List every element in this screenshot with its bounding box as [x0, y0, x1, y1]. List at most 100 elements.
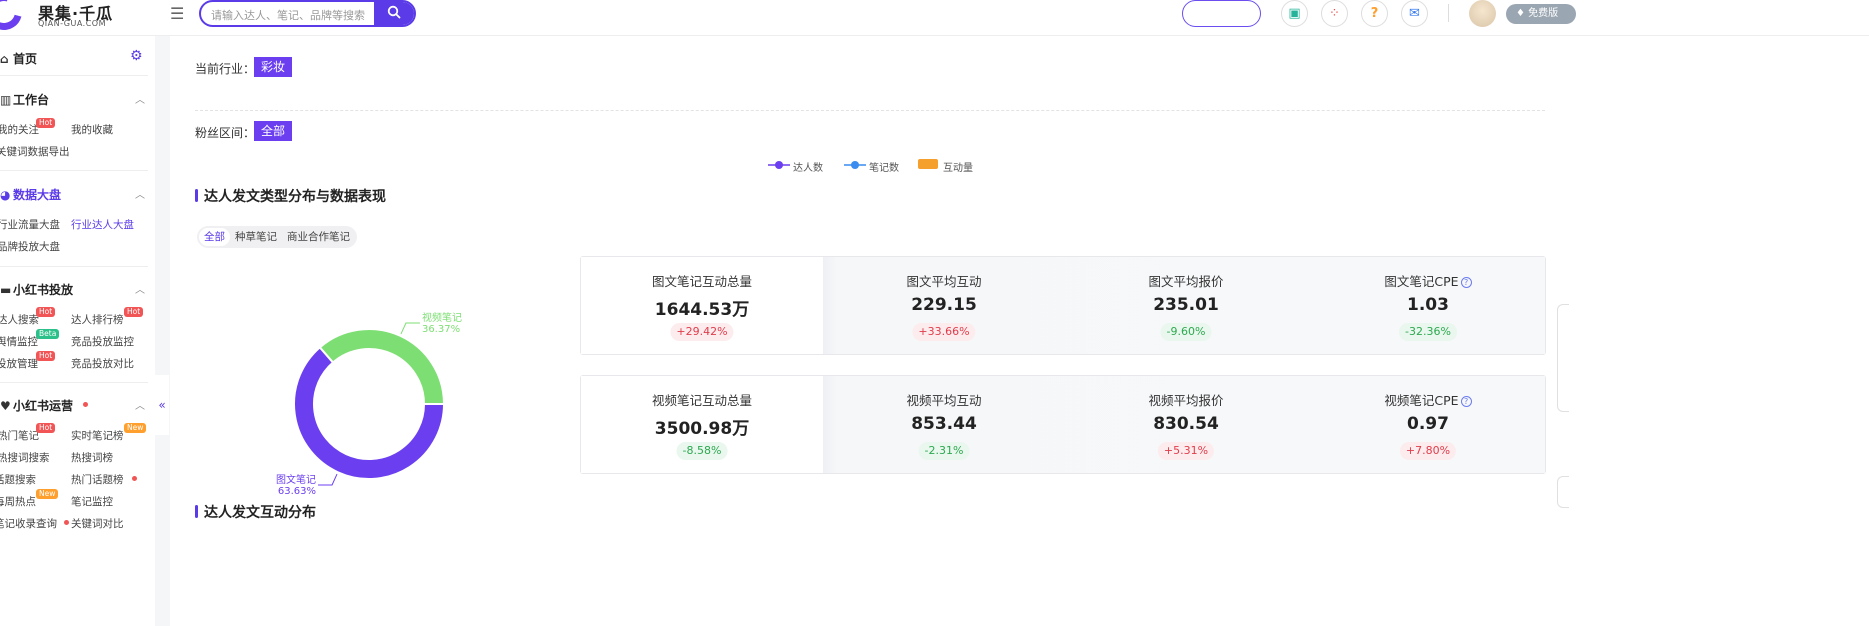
sidebar-item-realtime-notes[interactable]: 实时笔记榜 — [71, 428, 124, 443]
metric-value: 830.54 — [1153, 414, 1219, 434]
sidebar-item-topic-search[interactable]: 话题搜索 — [0, 472, 36, 487]
chevron-up-icon[interactable]: ︿ — [135, 186, 145, 201]
metric-cell: 视频笔记互动总量 3500.98万 -8.58% — [581, 376, 823, 473]
hot-tag: Hot — [36, 351, 56, 361]
metric-value: 853.44 — [911, 414, 977, 434]
metric-title: 视频笔记互动总量 — [651, 393, 752, 408]
sidebar-item-industry-traffic[interactable]: 行业流量大盘 — [0, 217, 60, 232]
dashed-divider — [195, 110, 1545, 111]
chevron-up-icon[interactable]: ︿ — [135, 91, 145, 106]
chevron-up-icon[interactable]: ︿ — [135, 281, 145, 296]
industry-chip[interactable]: 彩妆 — [254, 57, 293, 77]
sidebar-item-hot-topics[interactable]: 热门话题榜 — [71, 472, 124, 487]
help-circle-icon[interactable]: ? — [1460, 277, 1472, 288]
collapse-sidebar-icon[interactable]: « — [155, 375, 169, 435]
beta-tag: Beta — [36, 329, 60, 339]
sidebar-item-keyword-compare[interactable]: 关键词对比 — [71, 516, 124, 531]
free-version-label: 免费版 — [1528, 8, 1559, 19]
sidebar-item-hot-notes[interactable]: 热门笔记 — [0, 428, 39, 443]
fans-range-chip[interactable]: 全部 — [254, 121, 293, 141]
donut-slice-1[interactable] — [318, 328, 446, 405]
sidebar-item-home[interactable]: ⌂ 首页 — [0, 50, 37, 67]
sidebar-item-competitor-monitor[interactable]: 竞品投放监控 — [71, 334, 134, 349]
folder-icon: ▬ — [0, 283, 12, 297]
divider — [0, 170, 148, 171]
section-title: 工作台 — [13, 93, 50, 107]
metric-title: 视频平均互动 — [906, 393, 982, 408]
section-title-post-type: 达人发文类型分布与数据表现 — [195, 186, 386, 206]
metric-cell: 视频笔记CPE? 0.97 +7.80% — [1307, 376, 1549, 473]
mail-icon[interactable]: ✉ — [1401, 0, 1428, 27]
briefcase-icon[interactable]: ▣ — [1281, 0, 1308, 27]
search-icon — [387, 5, 401, 19]
metric-cell: 图文平均报价 235.01 -9.60% — [1065, 257, 1307, 354]
sidebar-item-my-follow[interactable]: 我的关注 — [0, 122, 39, 137]
sidebar-section-xhs-delivery[interactable]: ▬ 小红书投放 — [0, 281, 73, 298]
chevron-up-icon[interactable]: ︿ — [135, 397, 145, 412]
gear-icon[interactable]: ⚙ — [130, 48, 143, 64]
menu-toggle-icon[interactable]: ☰ — [170, 6, 186, 22]
video-note-metrics-card: 视频笔记互动总量 3500.98万 -8.58% 视频平均互动 853.44 -2.31%… — [580, 375, 1546, 474]
metric-value: 229.15 — [911, 295, 977, 315]
legend-bar-swatch — [918, 159, 938, 169]
help-icon[interactable]: ? — [1361, 0, 1388, 27]
free-version-badge[interactable]: ♦ 免费版 — [1506, 4, 1576, 24]
search-input[interactable]: 请输入达人、笔记、品牌等搜索 — [211, 7, 365, 23]
sidebar-item-industry-kol[interactable]: 行业达人大盘 — [71, 217, 134, 232]
sidebar-item-brand-delivery[interactable]: 品牌投放大盘 — [0, 239, 60, 254]
tab-commercial-notes[interactable]: 商业合作笔记 — [282, 228, 355, 246]
metric-value: 3500.98万 — [654, 419, 750, 439]
sidebar-item-sentiment[interactable]: 舆情监控 — [0, 334, 38, 349]
avatar[interactable] — [1469, 0, 1496, 27]
logo-subtext: QIAN-GUA.COM — [38, 19, 107, 28]
apps-icon[interactable]: ⁘ — [1321, 0, 1348, 27]
metric-cell: 视频平均互动 853.44 -2.31% — [823, 376, 1065, 473]
metric-value: 0.97 — [1407, 414, 1449, 434]
sidebar-item-kol-search[interactable]: 达人搜索 — [0, 312, 39, 327]
sidebar-section-data-board[interactable]: ◕ 数据大盘 — [0, 186, 61, 203]
search-box[interactable]: 请输入达人、笔记、品牌等搜索 — [199, 0, 416, 27]
tab-seeding-notes[interactable]: 种草笔记 — [230, 228, 282, 246]
divider — [0, 75, 148, 76]
legend-label: 互动量 — [943, 163, 973, 174]
sidebar-item-my-favorites[interactable]: 我的收藏 — [71, 122, 113, 137]
sidebar-item-hot-word-search[interactable]: 热搜词搜索 — [0, 450, 50, 465]
home-icon: ⌂ — [0, 52, 9, 66]
floating-side-button[interactable] — [1557, 476, 1569, 508]
sidebar-item-competitor-compare[interactable]: 竞品投放对比 — [71, 356, 134, 371]
help-circle-icon[interactable]: ? — [1460, 396, 1472, 407]
metric-change-badge: -2.31% — [918, 442, 970, 460]
sidebar-item-kol-ranking[interactable]: 达人排行榜 — [71, 312, 124, 327]
notification-dot — [132, 476, 137, 481]
hot-tag: Hot — [36, 423, 56, 433]
legend-label: 笔记数 — [869, 163, 899, 174]
metric-change-badge: +29.42% — [670, 323, 734, 341]
sidebar-section-workbench[interactable]: ▥ 工作台 — [0, 91, 49, 108]
industry-label: 当前行业： — [195, 62, 256, 76]
sidebar-item-delivery-manage[interactable]: 投放管理 — [0, 356, 38, 371]
sidebar-item-keyword-export[interactable]: 关键词数据导出 — [0, 144, 70, 159]
tab-all[interactable]: 全部 — [199, 228, 230, 246]
sidebar-section-xhs-operation[interactable]: ♥ 小红书运营 — [0, 397, 73, 414]
search-button[interactable] — [374, 2, 414, 25]
metric-title: 图文平均互动 — [906, 274, 982, 289]
floating-side-panel[interactable] — [1557, 304, 1569, 412]
metric-cell: 图文笔记CPE? 1.03 -32.36% — [1307, 257, 1549, 354]
metric-cell: 图文笔记互动总量 1644.53万 +29.42% — [581, 257, 823, 354]
section-title-interaction-distribution: 达人发文互动分布 — [195, 502, 316, 522]
hot-tag: Hot — [36, 307, 56, 317]
section-title: 小红书运营 — [13, 399, 74, 413]
sidebar-item-note-monitor[interactable]: 笔记监控 — [71, 494, 113, 509]
post-type-donut-chart: 图文笔记63.63% 视频笔记36.37% — [276, 311, 462, 497]
qiangua-logo-icon[interactable] — [0, 0, 29, 37]
donut-label-1: 视频笔记 — [422, 311, 462, 324]
section-title: 数据大盘 — [13, 188, 62, 202]
sidebar-item-hot-word-ranking[interactable]: 热搜词榜 — [71, 450, 113, 465]
sidebar-item-note-index-query[interactable]: 笔记收录查询 — [0, 516, 57, 531]
fans-range-label: 粉丝区间： — [195, 126, 256, 140]
divider — [0, 382, 148, 383]
sidebar-item-weekly-hot[interactable]: 每周热点 — [0, 494, 36, 509]
metric-title: 图文平均报价 — [1148, 274, 1224, 289]
home-label: 首页 — [13, 52, 38, 66]
header-pill-button[interactable] — [1182, 0, 1261, 27]
